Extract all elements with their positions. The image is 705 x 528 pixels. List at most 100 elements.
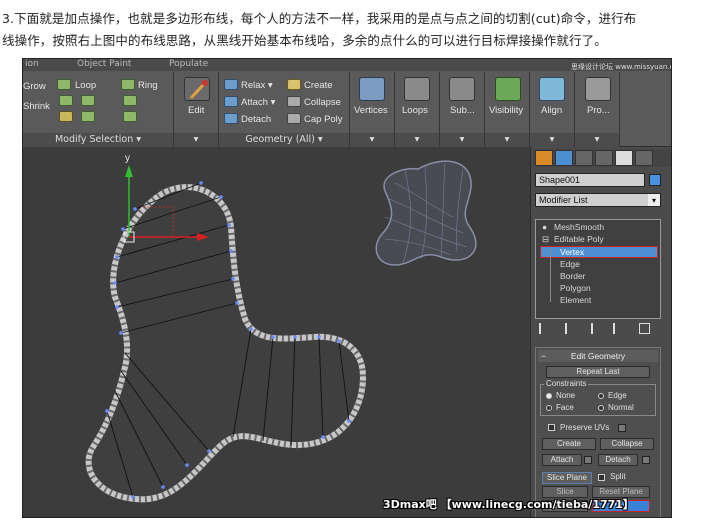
object-name-field[interactable]: Shape001 — [535, 173, 645, 187]
constraint-normal-radio[interactable] — [598, 405, 604, 411]
constraint-face-radio[interactable] — [546, 405, 552, 411]
edit-footer[interactable]: ▾ — [174, 133, 218, 147]
ring-plus-icon[interactable] — [123, 95, 137, 106]
attach-icon — [224, 96, 238, 107]
subdivision-button[interactable]: Sub... — [450, 105, 475, 116]
properties-button[interactable]: Pro... — [587, 105, 610, 116]
remove-modifier-icon[interactable] — [613, 323, 623, 334]
stack-item-edge[interactable]: Edge — [560, 259, 580, 269]
detach-settings-icon[interactable] — [642, 456, 650, 464]
relax-icon — [224, 79, 238, 90]
viewport-canvas: y — [85, 153, 477, 503]
ring-button[interactable]: Ring — [138, 80, 158, 91]
vertices-footer[interactable]: ▾ — [350, 133, 394, 147]
tree-line — [550, 248, 551, 302]
modify-tab-icon[interactable] — [555, 150, 573, 166]
vertices-icon[interactable] — [359, 77, 385, 101]
rollout-title[interactable]: − Edit Geometry — [538, 350, 658, 362]
loop-minus-icon[interactable] — [81, 95, 95, 106]
make-unique-icon[interactable] — [591, 323, 601, 334]
object-color-swatch[interactable] — [649, 174, 661, 186]
vertices-button[interactable]: Vertices — [354, 105, 388, 116]
loop-icon — [57, 79, 71, 90]
align-footer[interactable]: ▾ — [530, 133, 574, 147]
subdivision-footer[interactable]: ▾ — [440, 133, 484, 147]
create-button[interactable]: Create — [542, 438, 596, 450]
edit-brush-icon — [189, 80, 208, 100]
modifier-list-dropdown[interactable]: Modifier List ▾ — [535, 193, 661, 207]
ring-icon — [121, 79, 135, 90]
reference-shape — [375, 160, 477, 266]
ribbon-tab-populate[interactable]: Populate — [169, 59, 208, 69]
geometry-footer[interactable]: Geometry (All) ▾ — [219, 133, 349, 147]
collapse-button[interactable]: Collapse — [600, 438, 654, 450]
constraint-none-label: None — [556, 391, 576, 400]
ribbon-tab-modeling[interactable]: ion — [25, 59, 39, 69]
align-icon[interactable] — [539, 77, 565, 101]
modify-selection-footer[interactable]: Modify Selection ▾ — [23, 133, 173, 147]
cap-poly-icon — [287, 113, 301, 124]
stack-item-editable-poly[interactable]: Editable Poly — [554, 234, 604, 244]
create-button[interactable]: Create — [304, 80, 333, 91]
constraint-edge-radio[interactable] — [598, 393, 604, 399]
stack-item-border[interactable]: Border — [560, 271, 586, 281]
axis-y-label: y — [125, 153, 130, 164]
attach-button[interactable]: Attach — [542, 454, 582, 466]
shrink-button[interactable]: Shrink — [23, 101, 50, 112]
edit-button[interactable]: Edit — [188, 105, 204, 116]
loops-button[interactable]: Loops — [402, 105, 428, 116]
visibility-icon[interactable] — [495, 77, 521, 101]
align-button[interactable]: Align — [541, 105, 562, 116]
attach-button[interactable]: Attach ▾ — [241, 97, 275, 108]
hierarchy-tab-icon[interactable] — [575, 150, 593, 166]
attach-settings-icon[interactable] — [584, 456, 592, 464]
visibility-footer[interactable]: ▾ — [485, 133, 529, 147]
properties-icon[interactable] — [585, 77, 611, 101]
command-panel: Shape001 Modifier List ▾ ● MeshSmooth ⊟ … — [530, 147, 671, 517]
detach-button[interactable]: Detach — [598, 454, 638, 466]
stack-item-meshsmooth[interactable]: MeshSmooth — [554, 222, 604, 232]
constraint-none-radio[interactable] — [546, 393, 552, 399]
loop-plus-icon[interactable] — [59, 95, 73, 106]
main-shape — [85, 181, 367, 503]
caption: 3.下面就是加点操作，也就是多边形布线，每个人的方法不一样，我采用的是点与点之间… — [0, 8, 705, 52]
loops-footer[interactable]: ▾ — [395, 133, 439, 147]
preserve-uvs-checkbox[interactable] — [548, 424, 555, 431]
relax-button[interactable]: Relax ▾ — [241, 80, 273, 91]
show-end-result-icon[interactable] — [565, 323, 575, 334]
slice-plane-button[interactable]: Slice Plane — [542, 472, 592, 484]
stack-item-polygon[interactable]: Polygon — [560, 283, 591, 293]
stack-toolbar — [535, 321, 661, 337]
split-checkbox[interactable] — [598, 474, 605, 481]
cap-poly-button[interactable]: Cap Poly — [304, 114, 343, 125]
stack-item-element[interactable]: Element — [560, 295, 591, 305]
properties-footer[interactable]: ▾ — [575, 133, 619, 147]
repeat-last-button[interactable]: Repeat Last — [546, 366, 650, 378]
visibility-button[interactable]: Visibility — [489, 105, 523, 116]
motion-tab-icon[interactable] — [595, 150, 613, 166]
ribbon-tab-object-paint[interactable]: Object Paint — [77, 59, 131, 69]
preserve-uvs-label: Preserve UVs — [560, 423, 610, 432]
loops-icon[interactable] — [404, 77, 430, 101]
stack-item-vertex[interactable]: Vertex — [560, 247, 584, 257]
constraint-edge-label: Edge — [608, 391, 627, 400]
detach-button[interactable]: Detach — [241, 114, 271, 125]
collapse-button[interactable]: Collapse — [304, 97, 341, 108]
preserve-uvs-settings-icon[interactable] — [618, 424, 626, 432]
loop-dash-icon[interactable] — [81, 111, 95, 122]
ring-minus-icon[interactable] — [123, 111, 137, 122]
pin-stack-icon[interactable] — [539, 323, 549, 334]
edit-icon[interactable] — [184, 77, 210, 101]
create-tab-icon[interactable] — [535, 150, 553, 166]
viewport-top[interactable]: y — [23, 147, 530, 517]
lightbulb-icon[interactable]: ● — [542, 222, 547, 232]
loop-dots-icon[interactable] — [59, 111, 73, 122]
configure-sets-icon[interactable] — [639, 323, 650, 334]
display-tab-icon[interactable] — [615, 150, 633, 166]
grow-button[interactable]: Grow — [23, 81, 46, 92]
expand-icon[interactable]: ⊟ — [542, 234, 549, 245]
utilities-tab-icon[interactable] — [635, 150, 653, 166]
subdivision-icon[interactable] — [449, 77, 475, 101]
loop-button[interactable]: Loop — [75, 80, 96, 91]
constraint-face-label: Face — [556, 403, 574, 412]
